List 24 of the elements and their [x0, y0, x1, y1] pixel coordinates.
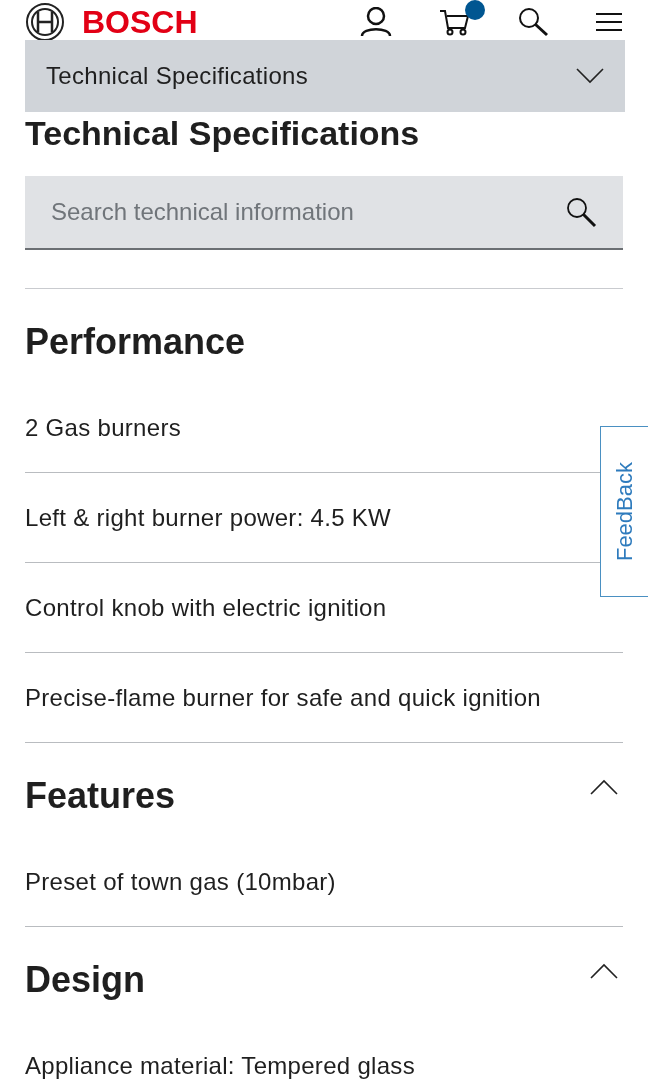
- feedback-tab[interactable]: FeedBack: [600, 426, 648, 597]
- spec-item: Preset of town gas (10mbar): [25, 866, 336, 897]
- spec-item: 2 Gas burners: [25, 412, 181, 443]
- section-heading: Features: [25, 774, 176, 818]
- search-icon[interactable]: [565, 196, 597, 228]
- section-heading: Performance: [25, 320, 246, 364]
- spec-item: Appliance material: Tempered glass: [25, 1051, 415, 1080]
- spec-item: Control knob with electric ignition: [25, 592, 387, 623]
- search-icon[interactable]: [517, 7, 549, 37]
- page-title: Technical Specifications: [25, 114, 421, 152]
- menu-icon[interactable]: [595, 10, 623, 34]
- spec-item: Precise-flame burner for safe and quick ignition: [25, 682, 541, 713]
- section-dropdown[interactable]: Technical Specifications: [25, 40, 625, 112]
- chevron-icon: [576, 68, 604, 84]
- cart-icon[interactable]: [439, 8, 471, 36]
- spec-item: Left & right burner power: 4.5 KW: [25, 502, 392, 533]
- chevron-icon: [590, 779, 618, 795]
- logo-icon: [25, 2, 65, 42]
- logo-text[interactable]: BOSCH: [82, 6, 198, 38]
- chevron-icon: [590, 963, 618, 979]
- search-field[interactable]: Search technical information: [25, 176, 623, 250]
- section-heading: Design: [25, 958, 146, 1002]
- user-icon[interactable]: [359, 7, 393, 37]
- search-input[interactable]: Search technical information: [51, 194, 565, 230]
